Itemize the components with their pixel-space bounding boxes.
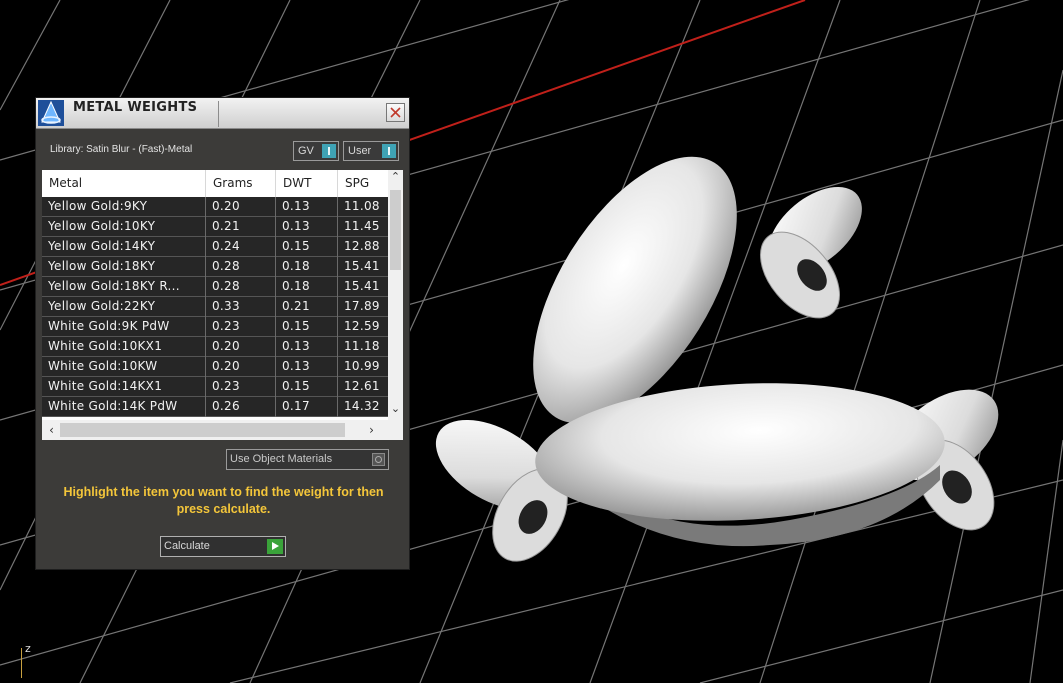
table-cell: 0.18 <box>276 277 338 297</box>
metal-table[interactable]: Metal Grams DWT SPG Yellow Gold:9KY 0.20 0… <box>42 170 403 440</box>
table-row[interactable]: White Gold:14K PdW 0.26 0.17 14.32 <box>42 397 388 417</box>
table-cell: 15.41 <box>344 279 380 293</box>
table-cell: 0.15 <box>276 377 338 397</box>
table-row[interactable]: White Gold:9K PdW 0.23 0.15 12.59 <box>42 317 388 337</box>
table-cell: White Gold:14K PdW <box>42 397 206 417</box>
calculate-label: Calculate <box>164 540 210 552</box>
table-row[interactable]: Yellow Gold:18KY 0.28 0.18 15.41 <box>42 257 388 277</box>
table-cell: 11.08 <box>344 199 380 213</box>
table-cell: 0.20 <box>206 337 276 357</box>
table-cell: Yellow Gold:18KY <box>42 257 206 277</box>
table-row[interactable]: White Gold:14KX1 0.23 0.15 12.61 <box>42 377 388 397</box>
use-object-materials-label: Use Object Materials <box>230 453 333 465</box>
table-cell: 0.26 <box>206 397 276 417</box>
close-icon <box>390 107 401 118</box>
scroll-right-icon[interactable]: › <box>364 423 379 437</box>
table-body: Yellow Gold:9KY 0.20 0.13 11.08 Yellow Gold:… <box>42 197 388 417</box>
scroll-left-icon[interactable]: ‹ <box>44 423 59 437</box>
table-cell: 11.45 <box>344 219 380 233</box>
table-cell: 12.61 <box>344 379 380 393</box>
table-cell: Yellow Gold:14KY <box>42 237 206 257</box>
title-bar[interactable]: METAL WEIGHTS <box>36 98 409 129</box>
table-row[interactable]: Yellow Gold:9KY 0.20 0.13 11.08 <box>42 197 388 217</box>
table-cell: Yellow Gold:10KY <box>42 217 206 237</box>
table-cell: Yellow Gold:22KY <box>42 297 206 317</box>
table-cell: 0.13 <box>276 337 338 357</box>
table-cell: 0.28 <box>206 257 276 277</box>
table-row[interactable]: Yellow Gold:22KY 0.33 0.21 17.89 <box>42 297 388 317</box>
user-toggle[interactable]: User <box>343 141 399 161</box>
scroll-down-icon[interactable]: ⌄ <box>388 402 403 415</box>
hint-text: Highlight the item you want to find the … <box>63 485 384 516</box>
metal-weights-panel: METAL WEIGHTS Library: Satin Blur - (Fas… <box>35 97 410 570</box>
3d-model[interactable] <box>421 123 1015 574</box>
table-cell: White Gold:14KX1 <box>42 377 206 397</box>
gv-toggle-label: GV <box>298 145 314 157</box>
table-cell: 14.32 <box>344 399 380 413</box>
table-cell: White Gold:9K PdW <box>42 317 206 337</box>
horizontal-scrollbar[interactable]: ‹ › <box>42 420 388 440</box>
library-label: Library: Satin Blur - (Fast)-Metal <box>50 144 193 155</box>
table-header: Metal Grams DWT SPG <box>42 170 388 197</box>
table-cell: 0.15 <box>276 317 338 337</box>
table-cell: 0.21 <box>206 217 276 237</box>
column-header-grams[interactable]: Grams <box>206 170 276 197</box>
vertical-scroll-thumb[interactable] <box>390 190 401 270</box>
table-cell: 0.13 <box>276 217 338 237</box>
table-row[interactable]: White Gold:10KX1 0.20 0.13 11.18 <box>42 337 388 357</box>
scrollbar-corner <box>388 420 403 440</box>
table-row[interactable]: White Gold:10KW 0.20 0.13 10.99 <box>42 357 388 377</box>
radio-icon[interactable] <box>372 453 385 466</box>
column-header-metal[interactable]: Metal <box>42 170 206 197</box>
table-cell: 12.88 <box>344 239 380 253</box>
user-toggle-label: User <box>348 145 372 157</box>
play-icon <box>267 539 283 554</box>
metal-weights-app-icon <box>38 100 64 126</box>
calculate-button[interactable]: Calculate <box>160 536 286 557</box>
gv-toggle-indicator-icon <box>322 144 336 158</box>
z-axis-label: z <box>25 642 31 655</box>
table-cell: 17.89 <box>344 299 380 313</box>
table-cell: 11.18 <box>344 339 380 353</box>
table-cell: White Gold:10KW <box>42 357 206 377</box>
horizontal-scroll-thumb[interactable] <box>60 423 345 437</box>
close-button[interactable] <box>386 103 405 122</box>
table-cell: 0.17 <box>276 397 338 417</box>
vertical-scrollbar[interactable]: ⌃ ⌄ <box>388 170 403 420</box>
title-separator <box>218 101 219 127</box>
table-cell: 0.20 <box>206 357 276 377</box>
z-axis-line <box>21 648 22 678</box>
table-cell: 0.20 <box>206 197 276 217</box>
table-cell: 10.99 <box>344 359 380 373</box>
table-cell: 15.41 <box>344 259 380 273</box>
use-object-materials-toggle[interactable]: Use Object Materials <box>226 449 389 470</box>
table-row[interactable]: Yellow Gold:14KY 0.24 0.15 12.88 <box>42 237 388 257</box>
table-cell: 0.21 <box>276 297 338 317</box>
table-row[interactable]: Yellow Gold:10KY 0.21 0.13 11.45 <box>42 217 388 237</box>
window-title: METAL WEIGHTS <box>73 100 198 115</box>
column-header-dwt[interactable]: DWT <box>276 170 338 197</box>
table-cell: 0.28 <box>206 277 276 297</box>
user-toggle-indicator-icon <box>382 144 396 158</box>
table-cell: 0.23 <box>206 317 276 337</box>
table-cell: 0.24 <box>206 237 276 257</box>
table-cell: Yellow Gold:9KY <box>42 197 206 217</box>
table-cell: White Gold:10KX1 <box>42 337 206 357</box>
table-cell: 0.13 <box>276 197 338 217</box>
table-cell: 0.18 <box>276 257 338 277</box>
table-cell: Yellow Gold:18KY R... <box>42 277 206 297</box>
table-row[interactable]: Yellow Gold:18KY R... 0.28 0.18 15.41 <box>42 277 388 297</box>
table-cell: 0.23 <box>206 377 276 397</box>
table-cell: 12.59 <box>344 319 380 333</box>
column-header-spg[interactable]: SPG <box>338 170 388 197</box>
scroll-up-icon[interactable]: ⌃ <box>388 170 403 183</box>
table-cell: 0.15 <box>276 237 338 257</box>
gv-toggle[interactable]: GV <box>293 141 339 161</box>
table-cell: 0.13 <box>276 357 338 377</box>
table-cell: 0.33 <box>206 297 276 317</box>
